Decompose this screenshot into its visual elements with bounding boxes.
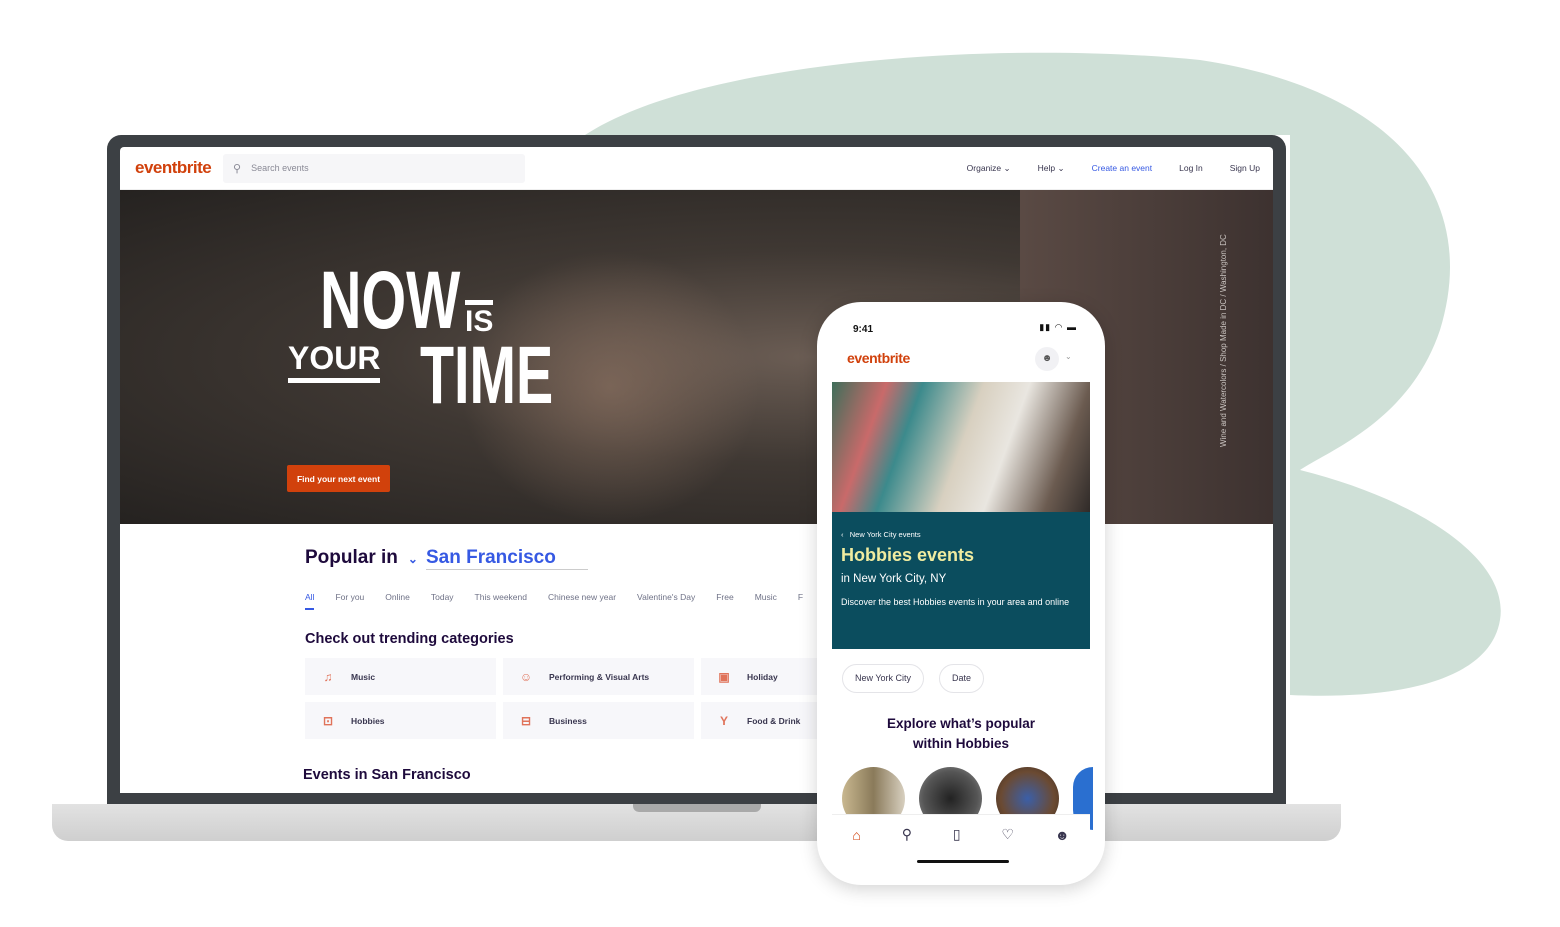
tab[interactable]: Chinese new year (548, 592, 616, 610)
search-icon[interactable]: ⚲ (902, 826, 912, 843)
category-music[interactable]: ♫ Music (305, 658, 496, 695)
tab[interactable]: Today (431, 592, 454, 610)
eventbrite-logo[interactable]: eventbrite (135, 158, 223, 178)
search-input[interactable]: ⚲ Search events (223, 153, 525, 183)
watercolor-hero-image (832, 382, 1090, 512)
hero-word-your: YOUR (288, 342, 381, 383)
tab[interactable]: For you (335, 592, 364, 610)
home-icon[interactable]: ⌂ (852, 827, 860, 843)
date-filter[interactable]: Date (939, 664, 985, 693)
music-note-icon: ♫ (323, 669, 333, 684)
ticket-icon[interactable]: ▯ (953, 826, 961, 843)
eventbrite-logo[interactable]: eventbrite (847, 350, 910, 366)
bottom-tab-bar: ⌂ ⚲ ▯ ♡ ☻ (832, 814, 1090, 854)
cocktail-icon: Y (719, 713, 728, 728)
tab[interactable]: This weekend (475, 592, 527, 610)
search-icon: ⚲ (233, 162, 242, 175)
popular-in-heading: Popular in ⌄ San Francisco (305, 547, 588, 570)
photo-credit: Wine and Watercolors / Shop Made in DC /… (1219, 234, 1228, 447)
category-tabs: All For you Online Today This weekend Ch… (305, 592, 824, 610)
tab[interactable]: F (798, 592, 803, 610)
page-description: Discover the best Hobbies events in your… (841, 597, 1070, 607)
phone-mockup: 9:41 ▮▮ ◠ ▬ eventbrite ☻ ⌄ ‹ New York Ci… (817, 302, 1105, 885)
explore-heading: Explore what’s popular within Hobbies (886, 716, 1036, 751)
category-arts[interactable]: ☺ Performing & Visual Arts (503, 658, 694, 695)
nav-organize[interactable]: Organize ⌄ (967, 163, 1011, 174)
find-event-button[interactable]: Find your next event (287, 465, 390, 492)
signal-wifi-battery-icon: ▮▮ ◠ ▬ (1039, 322, 1077, 332)
briefcase-icon: ⊟ (520, 713, 532, 728)
nav-help[interactable]: Help ⌄ (1038, 163, 1065, 174)
nav-signup[interactable]: Sign Up (1230, 163, 1260, 174)
theater-mask-icon: ☺ (519, 669, 533, 684)
category-grid: ♫ Music ☺ Performing & Visual Arts ▣ Holida… (305, 658, 892, 739)
breadcrumb[interactable]: ‹ New York City events (841, 530, 1081, 539)
category-hobbies[interactable]: ⊡ Hobbies (305, 702, 496, 739)
profile-icon[interactable]: ☻ (1055, 827, 1070, 843)
tab[interactable]: Free (716, 592, 733, 610)
tab[interactable]: Online (385, 592, 410, 610)
location-filter[interactable]: New York City (842, 664, 925, 693)
chevron-down-icon[interactable]: ⌄ (408, 552, 418, 566)
city-selector[interactable]: San Francisco (425, 547, 588, 570)
profile-icon[interactable]: ☻ (1035, 347, 1059, 371)
tab-all[interactable]: All (305, 592, 315, 610)
events-heading: Events in San Francisco (303, 767, 471, 783)
search-placeholder: Search events (251, 163, 309, 173)
heart-icon[interactable]: ♡ (1001, 826, 1014, 843)
chevron-left-icon: ‹ (841, 530, 844, 539)
page-title: Hobbies events (841, 545, 975, 565)
category-header: ‹ New York City events Hobbies events in… (832, 512, 1090, 649)
home-indicator (917, 860, 1009, 863)
nav-login[interactable]: Log In (1179, 163, 1203, 174)
chevron-down-icon[interactable]: ⌄ (1065, 352, 1072, 361)
photo-icon: ▣ (718, 669, 730, 684)
gamepad-icon: ⊡ (322, 713, 334, 728)
laptop-base (52, 804, 1341, 841)
category-business[interactable]: ⊟ Business (503, 702, 694, 739)
nav-create-event[interactable]: Create an event (1092, 163, 1152, 174)
status-time: 9:41 (853, 324, 874, 335)
tab[interactable]: Music (755, 592, 777, 610)
trending-heading: Check out trending categories (305, 631, 514, 647)
hero-word-time: TIME (420, 330, 554, 421)
tab[interactable]: Valentine's Day (637, 592, 695, 610)
top-nav: eventbrite ⚲ Search events Organize ⌄ Hel… (120, 147, 1273, 190)
page-subtitle: in New York City, NY (841, 573, 947, 585)
